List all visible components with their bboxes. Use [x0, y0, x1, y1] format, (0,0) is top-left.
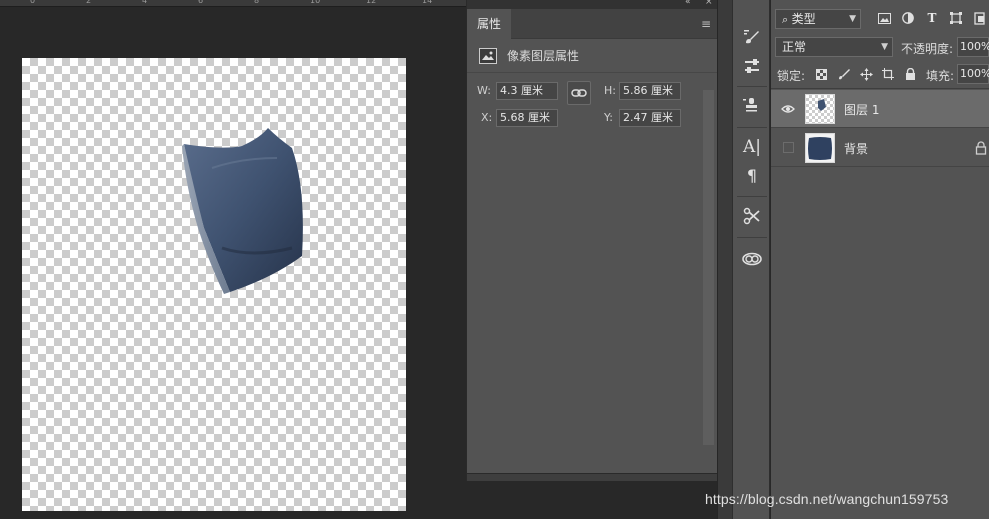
panel-resize-bar[interactable]: [467, 473, 717, 481]
visibility-toggle[interactable]: [783, 142, 794, 153]
width-field[interactable]: 4.3 厘米: [496, 82, 558, 100]
divider: [737, 86, 767, 87]
paragraph-icon: ¶: [746, 165, 758, 185]
close-icon[interactable]: ×: [705, 0, 713, 7]
double-chevron-left-icon[interactable]: «: [685, 0, 691, 7]
pixel-layer-filter-icon[interactable]: [877, 11, 891, 25]
height-label: H:: [604, 84, 616, 97]
blend-mode-value: 正常: [782, 40, 807, 54]
layer-name[interactable]: 背景: [844, 140, 868, 157]
eye-icon[interactable]: [781, 102, 795, 116]
character-panel-button[interactable]: A|: [740, 136, 764, 158]
ruler-label: 4: [142, 0, 148, 5]
libraries-button[interactable]: [740, 247, 764, 269]
chain-link-icon: [571, 89, 587, 97]
fill-label: 填充:: [926, 69, 955, 83]
brush-icon: [744, 30, 759, 44]
creative-cloud-icon: [742, 252, 762, 266]
divider: [771, 88, 989, 89]
x-label: X:: [481, 111, 493, 124]
y-label: Y:: [604, 111, 613, 124]
layer-thumbnail: [805, 94, 835, 124]
horizontal-ruler: 0 2 4 6 8 10 12 14: [0, 0, 466, 7]
blend-mode-dropdown[interactable]: 正常 ▼: [775, 37, 893, 57]
character-icon: A|: [742, 137, 761, 157]
lock-transparent-pixels-icon[interactable]: [814, 67, 828, 81]
divider: [737, 237, 767, 238]
opacity-label: 不透明度:: [901, 42, 954, 56]
divider: [737, 127, 767, 128]
search-icon: ⌕: [782, 13, 792, 26]
sliders-icon: [745, 59, 759, 73]
lock-position-icon[interactable]: [859, 67, 873, 81]
layer-name[interactable]: 图层 1: [844, 101, 879, 118]
image-icon: [479, 47, 497, 64]
shape-layer-filter-icon[interactable]: [949, 11, 963, 25]
ruler-label: 0: [30, 0, 36, 5]
divider: [737, 196, 767, 197]
pixel-layer-properties-header: 像素图层属性: [467, 39, 717, 73]
chevron-down-icon: ▼: [849, 14, 856, 24]
properties-panel: « × 属性 ≡ 像素图层属性 W: 4.3 厘米 H: 5.86 厘米 X: …: [466, 0, 717, 481]
pillow-image[interactable]: [182, 128, 312, 298]
stamp-icon: [743, 98, 757, 112]
hamburger-menu-icon[interactable]: ≡: [701, 17, 711, 31]
height-field[interactable]: 5.86 厘米: [619, 82, 681, 100]
lock-icon: [975, 141, 987, 155]
paragraph-panel-button[interactable]: ¶: [740, 164, 764, 186]
chevron-down-icon: ▼: [881, 42, 888, 52]
y-field[interactable]: 2.47 厘米: [619, 109, 681, 127]
width-label: W:: [477, 84, 491, 97]
smart-object-filter-icon[interactable]: [973, 11, 987, 25]
layer-thumbnail: [805, 133, 835, 163]
panel-top-bar: « ×: [467, 0, 717, 9]
adjustment-layer-filter-icon[interactable]: [901, 11, 915, 25]
lock-image-pixels-icon[interactable]: [837, 67, 851, 81]
panel-divider: [717, 0, 732, 519]
x-field[interactable]: 5.68 厘米: [496, 109, 558, 127]
lock-all-icon[interactable]: [903, 67, 917, 81]
ruler-label: 14: [422, 0, 433, 5]
prevent-autonest-icon[interactable]: [881, 67, 895, 81]
panel-section-title: 像素图层属性: [507, 49, 580, 63]
tool-presets-button[interactable]: [740, 205, 764, 227]
filter-kind-value: 类型: [791, 12, 816, 26]
filter-kind-dropdown[interactable]: ⌕ 类型 ▼: [775, 9, 861, 29]
layer-row-layer-1[interactable]: 图层 1: [771, 90, 989, 128]
canvas-area[interactable]: [0, 8, 466, 519]
layer-row-background[interactable]: 背景: [771, 129, 989, 167]
panel-icons-column: A| ¶: [732, 0, 770, 519]
document-canvas[interactable]: [22, 58, 406, 511]
link-dimensions-button[interactable]: [567, 81, 591, 105]
properties-tab-row: 属性 ≡: [467, 9, 717, 39]
ruler-label: 8: [254, 0, 260, 5]
ruler-label: 2: [86, 0, 92, 5]
ruler-label: 12: [366, 0, 377, 5]
watermark: https://blog.csdn.net/wangchun159753: [705, 491, 949, 507]
scissors-icon: [743, 207, 760, 225]
tab-properties[interactable]: 属性: [467, 9, 512, 39]
transform-fields: W: 4.3 厘米 H: 5.86 厘米 X: 5.68 厘米 Y: 2.47 …: [467, 73, 717, 133]
adjustments-button[interactable]: [740, 55, 764, 77]
layers-panel: ⌕ 类型 ▼ T 正常 ▼ 不透明度: 100% 锁定: 填充: 100% 图层…: [771, 0, 989, 519]
type-layer-filter-icon[interactable]: T: [925, 11, 939, 25]
lock-label: 锁定:: [777, 69, 806, 83]
clone-source-button[interactable]: [740, 94, 764, 116]
opacity-field[interactable]: 100%: [957, 37, 989, 57]
brush-settings-button[interactable]: [740, 26, 764, 48]
ruler-label: 6: [198, 0, 204, 5]
fill-field[interactable]: 100%: [957, 64, 989, 84]
ruler-label: 10: [310, 0, 321, 5]
panel-scrollbar[interactable]: [703, 90, 714, 445]
